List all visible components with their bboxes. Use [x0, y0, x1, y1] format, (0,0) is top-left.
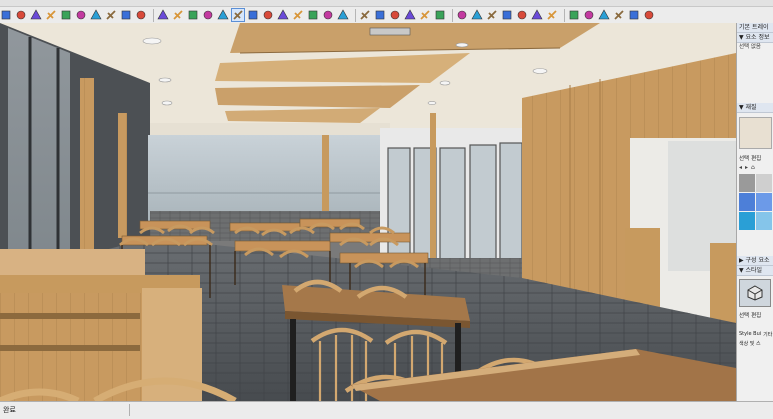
material-tabs: 선택 편집 — [737, 153, 773, 163]
scale-icon[interactable] — [120, 9, 132, 21]
style-texture-icon[interactable] — [434, 9, 446, 21]
ceiling-soffit — [150, 123, 390, 135]
styles-header[interactable]: ▼ 스타일 — [737, 266, 773, 276]
tool-row — [0, 7, 658, 23]
style-thumb-labels: Style Bui 기타 — [737, 330, 773, 339]
rotate-icon[interactable] — [105, 9, 117, 21]
orbit-icon[interactable] — [202, 9, 214, 21]
move-icon[interactable] — [90, 9, 102, 21]
scene-icon[interactable] — [613, 9, 625, 21]
style-label[interactable]: Style Bui — [739, 331, 761, 338]
back-window — [148, 135, 380, 223]
shadow-icon[interactable] — [628, 9, 640, 21]
tab-edit[interactable]: 편집 — [751, 311, 761, 319]
zoom-extents-icon[interactable] — [247, 9, 259, 21]
paint-icon[interactable] — [187, 9, 199, 21]
wood-column — [80, 78, 94, 258]
tape-icon[interactable] — [157, 9, 169, 21]
material-swatch[interactable] — [739, 193, 755, 211]
pushpull-icon[interactable] — [75, 9, 87, 21]
style-cube-icon — [747, 285, 763, 301]
style-mono-icon[interactable] — [456, 9, 468, 21]
layers-icon[interactable] — [598, 9, 610, 21]
eraser-icon[interactable] — [15, 9, 27, 21]
text-icon[interactable] — [172, 9, 184, 21]
style-label[interactable]: 기타 — [763, 331, 772, 338]
menu-toolbar-strip — [0, 0, 773, 7]
model-viewport[interactable] — [0, 23, 736, 401]
view-iso-icon[interactable] — [471, 9, 483, 21]
pan-icon[interactable] — [217, 9, 229, 21]
ceiling-panel — [215, 85, 420, 108]
view-left-icon[interactable] — [546, 9, 558, 21]
back-icon[interactable]: ◂ — [739, 164, 742, 171]
materials-header[interactable]: ▼ 재질 — [737, 103, 773, 113]
tray-title: 기본 트레이 — [737, 23, 773, 33]
view-right-icon[interactable] — [516, 9, 528, 21]
zoom-icon[interactable] — [231, 8, 245, 22]
style-label[interactable]: 색상 및 스 — [739, 340, 761, 347]
rectangle-icon[interactable] — [60, 9, 72, 21]
current-material-swatch[interactable] — [739, 117, 772, 149]
material-swatch[interactable] — [739, 212, 755, 230]
walk-icon[interactable] — [262, 9, 274, 21]
home-icon[interactable]: ⌂ — [751, 164, 755, 171]
style-wire-icon[interactable] — [389, 9, 401, 21]
view-front-icon[interactable] — [501, 9, 513, 21]
fog-icon[interactable] — [643, 9, 655, 21]
toolbar-separator — [153, 8, 154, 22]
warehouse-icon[interactable] — [568, 9, 580, 21]
status-bar: 완료 — [0, 401, 773, 419]
material-swatch[interactable] — [756, 174, 772, 192]
entity-info-text: 선택 없음 — [739, 44, 761, 50]
component-icon[interactable] — [307, 9, 319, 21]
view-top-icon[interactable] — [486, 9, 498, 21]
toolbar-separator — [355, 8, 356, 22]
offset-icon[interactable] — [135, 9, 147, 21]
material-swatch[interactable] — [739, 174, 755, 192]
toolbar — [0, 0, 773, 24]
tab-select[interactable]: 선택 — [739, 311, 749, 319]
material-swatch[interactable] — [756, 193, 772, 211]
components-header[interactable]: ▶ 구성 요소 — [737, 256, 773, 266]
material-swatches — [737, 172, 773, 232]
line-icon[interactable] — [30, 9, 42, 21]
camera-icon[interactable] — [359, 9, 371, 21]
material-nav: ◂ ▸ ⌂ — [737, 163, 773, 172]
default-tray: 기본 트레이 ▼ 요소 정보 선택 없음 ▼ 재질 선택 편집 ◂ ▸ ⌂ ▶ … — [736, 23, 773, 401]
solid-icon[interactable] — [337, 9, 349, 21]
entity-info-header[interactable]: ▼ 요소 정보 — [737, 33, 773, 43]
scene-render — [0, 23, 736, 401]
ceiling-vent — [369, 27, 411, 36]
tab-edit[interactable]: 편집 — [751, 154, 761, 162]
toolbar-separator — [564, 8, 565, 22]
section-icon[interactable] — [292, 9, 304, 21]
look-icon[interactable] — [277, 9, 289, 21]
forward-icon[interactable]: ▸ — [745, 164, 748, 171]
material-swatch[interactable] — [756, 212, 772, 230]
current-style-thumb[interactable] — [739, 279, 771, 307]
group-icon[interactable] — [322, 9, 334, 21]
style-shaded-icon[interactable] — [419, 9, 431, 21]
tab-select[interactable]: 선택 — [739, 154, 749, 162]
arc-icon[interactable] — [45, 9, 57, 21]
select-icon[interactable] — [0, 9, 12, 21]
style-thumb-labels-2: 색상 및 스 — [737, 339, 773, 348]
status-text: 완료 — [0, 404, 130, 416]
style-tabs: 선택 편집 — [737, 310, 773, 320]
toolbar-separator — [452, 8, 453, 22]
style-xray-icon[interactable] — [374, 9, 386, 21]
view-back-icon[interactable] — [531, 9, 543, 21]
style-hidden-icon[interactable] — [404, 9, 416, 21]
extension-icon[interactable] — [583, 9, 595, 21]
